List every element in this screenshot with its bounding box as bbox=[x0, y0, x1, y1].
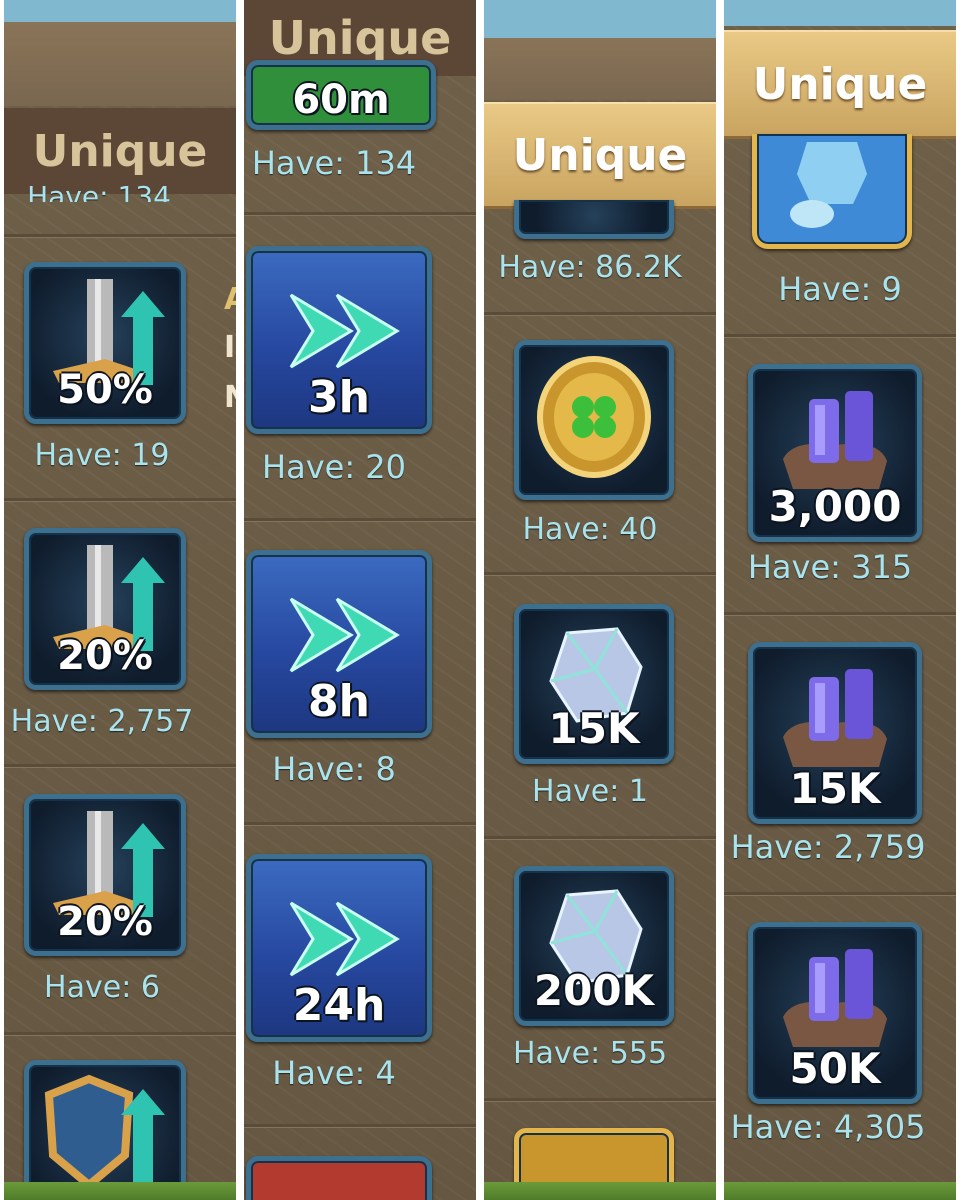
inventory-panel-3: Unique Have: 86.2K Have: 40 15K Have: 1 … bbox=[484, 0, 716, 1200]
row-divider bbox=[244, 518, 476, 522]
item-have-count: Have: 19 bbox=[34, 438, 170, 473]
item-amount-label: 8h bbox=[308, 676, 370, 727]
item-amount-label: 15K bbox=[789, 764, 881, 813]
item-amount-label: 60m bbox=[292, 77, 390, 123]
item-tile[interactable]: 50% bbox=[24, 262, 186, 424]
item-amount-label: 200K bbox=[533, 966, 655, 1015]
sky-strip bbox=[724, 0, 956, 26]
item-have-count: Have: 4 bbox=[272, 1054, 396, 1092]
row-divider bbox=[484, 572, 716, 576]
item-tile[interactable]: 50K bbox=[748, 922, 922, 1104]
unique-header-label: Unique bbox=[752, 58, 928, 110]
item-have-count: Have: 86.2K bbox=[498, 250, 682, 285]
item-amount-label: 3h bbox=[308, 372, 370, 423]
item-have-count: Have: 8 bbox=[272, 750, 396, 788]
item-tile[interactable] bbox=[24, 1060, 186, 1200]
item-tile[interactable]: 8h bbox=[246, 550, 432, 738]
row-divider bbox=[4, 764, 236, 768]
item-tile[interactable]: 20% bbox=[24, 794, 186, 956]
item-amount-label: 50% bbox=[57, 367, 153, 413]
item-tile[interactable]: 24h bbox=[246, 854, 432, 1042]
item-amount-label: 50K bbox=[789, 1044, 881, 1093]
item-tile[interactable]: 200K bbox=[514, 866, 674, 1026]
row-divider bbox=[244, 1124, 476, 1128]
item-amount-label: 24h bbox=[292, 980, 386, 1031]
item-tile[interactable] bbox=[514, 340, 674, 500]
row-divider bbox=[724, 612, 956, 616]
item-amount-label: 15K bbox=[548, 704, 640, 753]
item-have-count: Have: 555 bbox=[512, 1036, 668, 1071]
item-tile[interactable]: 15K bbox=[748, 642, 922, 824]
item-amount-label: 20% bbox=[57, 899, 153, 945]
row-divider bbox=[724, 892, 956, 896]
unique-header-label: Unique bbox=[512, 129, 688, 181]
item-have-count: Have: 2,759 bbox=[730, 828, 926, 866]
sky-strip bbox=[4, 0, 236, 22]
row-divider bbox=[4, 498, 236, 502]
inventory-panel-4: Unique Have: 9 3,000 Have: 315 15K Have:… bbox=[724, 0, 956, 1200]
unique-header-label: Unique bbox=[32, 125, 208, 177]
row-divider bbox=[4, 1032, 236, 1036]
grass-edge bbox=[4, 1182, 236, 1200]
grass-edge bbox=[484, 1182, 716, 1200]
row-divider bbox=[244, 212, 476, 216]
item-have-count: Have: 1 bbox=[532, 774, 648, 809]
item-tile-top[interactable]: 60m bbox=[246, 60, 436, 130]
item-have-count: Have: 2,757 bbox=[10, 704, 194, 739]
item-have-count: Have: 20 bbox=[262, 448, 406, 486]
item-desc-text: N bbox=[224, 380, 236, 415]
lucky-coin-icon bbox=[537, 356, 651, 478]
row-divider bbox=[724, 334, 956, 338]
item-have-count: Have: 4,305 bbox=[730, 1108, 926, 1146]
row-divider bbox=[4, 234, 236, 238]
item-tile[interactable]: 15K bbox=[514, 604, 674, 764]
ledge bbox=[484, 38, 716, 100]
ledge bbox=[4, 22, 236, 106]
item-have-count: Have: 315 bbox=[747, 548, 913, 586]
mask-helmet-icon bbox=[790, 142, 867, 228]
unique-header-label: Unique bbox=[268, 11, 452, 65]
inventory-panel-2: Unique 60m Have: 134 3h Have: 20 8h Have… bbox=[244, 0, 476, 1200]
item-tile[interactable]: 20% bbox=[24, 528, 186, 690]
item-have-count: Have: 134 bbox=[251, 144, 417, 182]
row-divider bbox=[484, 1098, 716, 1102]
item-tile-top[interactable] bbox=[514, 200, 674, 239]
item-amount-label: 20% bbox=[57, 633, 153, 679]
shield-defense-boost-icon bbox=[44, 1074, 165, 1191]
item-have-count: Have: 40 bbox=[522, 512, 658, 547]
sky-strip bbox=[484, 0, 716, 38]
item-desc-text: I bbox=[224, 330, 236, 365]
item-tile[interactable]: 3,000 bbox=[748, 364, 922, 542]
item-tile[interactable]: 3h bbox=[246, 246, 432, 434]
item-tile-top[interactable] bbox=[752, 134, 912, 249]
unique-header: Unique bbox=[484, 102, 716, 209]
item-name-text: A bbox=[224, 282, 236, 317]
item-have-count: Have: 6 bbox=[44, 970, 160, 1005]
item-tile-partial[interactable] bbox=[246, 1156, 432, 1200]
grass-edge bbox=[724, 1182, 956, 1200]
item-have-count: Have: 9 bbox=[778, 270, 902, 308]
row-divider bbox=[244, 822, 476, 826]
partial-have-label: Have: 134 bbox=[27, 180, 171, 202]
unique-header: Unique bbox=[724, 30, 956, 139]
item-amount-label: 3,000 bbox=[768, 482, 902, 531]
row-divider bbox=[484, 312, 716, 316]
inventory-panel-1: Unique Have: 134 50% Have: 19 20% Have: … bbox=[4, 0, 236, 1200]
row-divider bbox=[484, 836, 716, 840]
